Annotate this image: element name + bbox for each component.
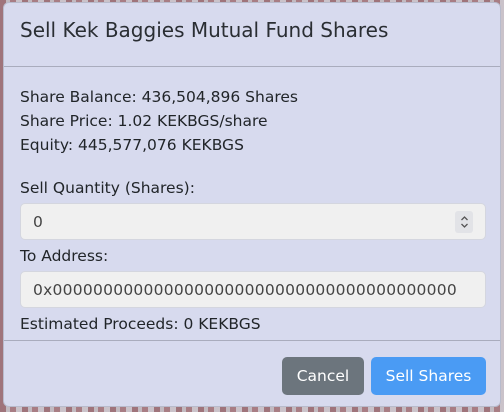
share-price: Share Price: 1.02 KEKBGS/share: [20, 112, 268, 130]
sell-quantity-input[interactable]: 0: [20, 203, 486, 240]
up-down-chevron-icon[interactable]: [455, 210, 473, 233]
sell-shares-modal: Sell Kek Baggies Mutual Fund Shares Shar…: [3, 2, 501, 407]
share-balance: Share Balance: 436,504,896 Shares: [20, 88, 298, 106]
modal-footer: Cancel Sell Shares: [4, 340, 500, 406]
equity: Equity: 445,577,076 KEKBGS: [20, 136, 244, 154]
modal-body: Share Balance: 436,504,896 Shares Share …: [4, 67, 500, 335]
sell-quantity-label: Sell Quantity (Shares):: [20, 179, 195, 197]
modal-title: Sell Kek Baggies Mutual Fund Shares: [20, 18, 389, 42]
sell-quantity-value: 0: [33, 212, 43, 231]
to-address-label: To Address:: [20, 247, 109, 265]
cancel-button[interactable]: Cancel: [282, 357, 364, 395]
estimated-proceeds: Estimated Proceeds: 0 KEKBGS: [20, 315, 261, 333]
sell-shares-button[interactable]: Sell Shares: [371, 357, 486, 395]
to-address-input[interactable]: 0x00000000000000000000000000000000000000…: [20, 271, 486, 308]
to-address-value: 0x00000000000000000000000000000000000000…: [33, 280, 457, 299]
modal-header: Sell Kek Baggies Mutual Fund Shares: [4, 3, 500, 67]
